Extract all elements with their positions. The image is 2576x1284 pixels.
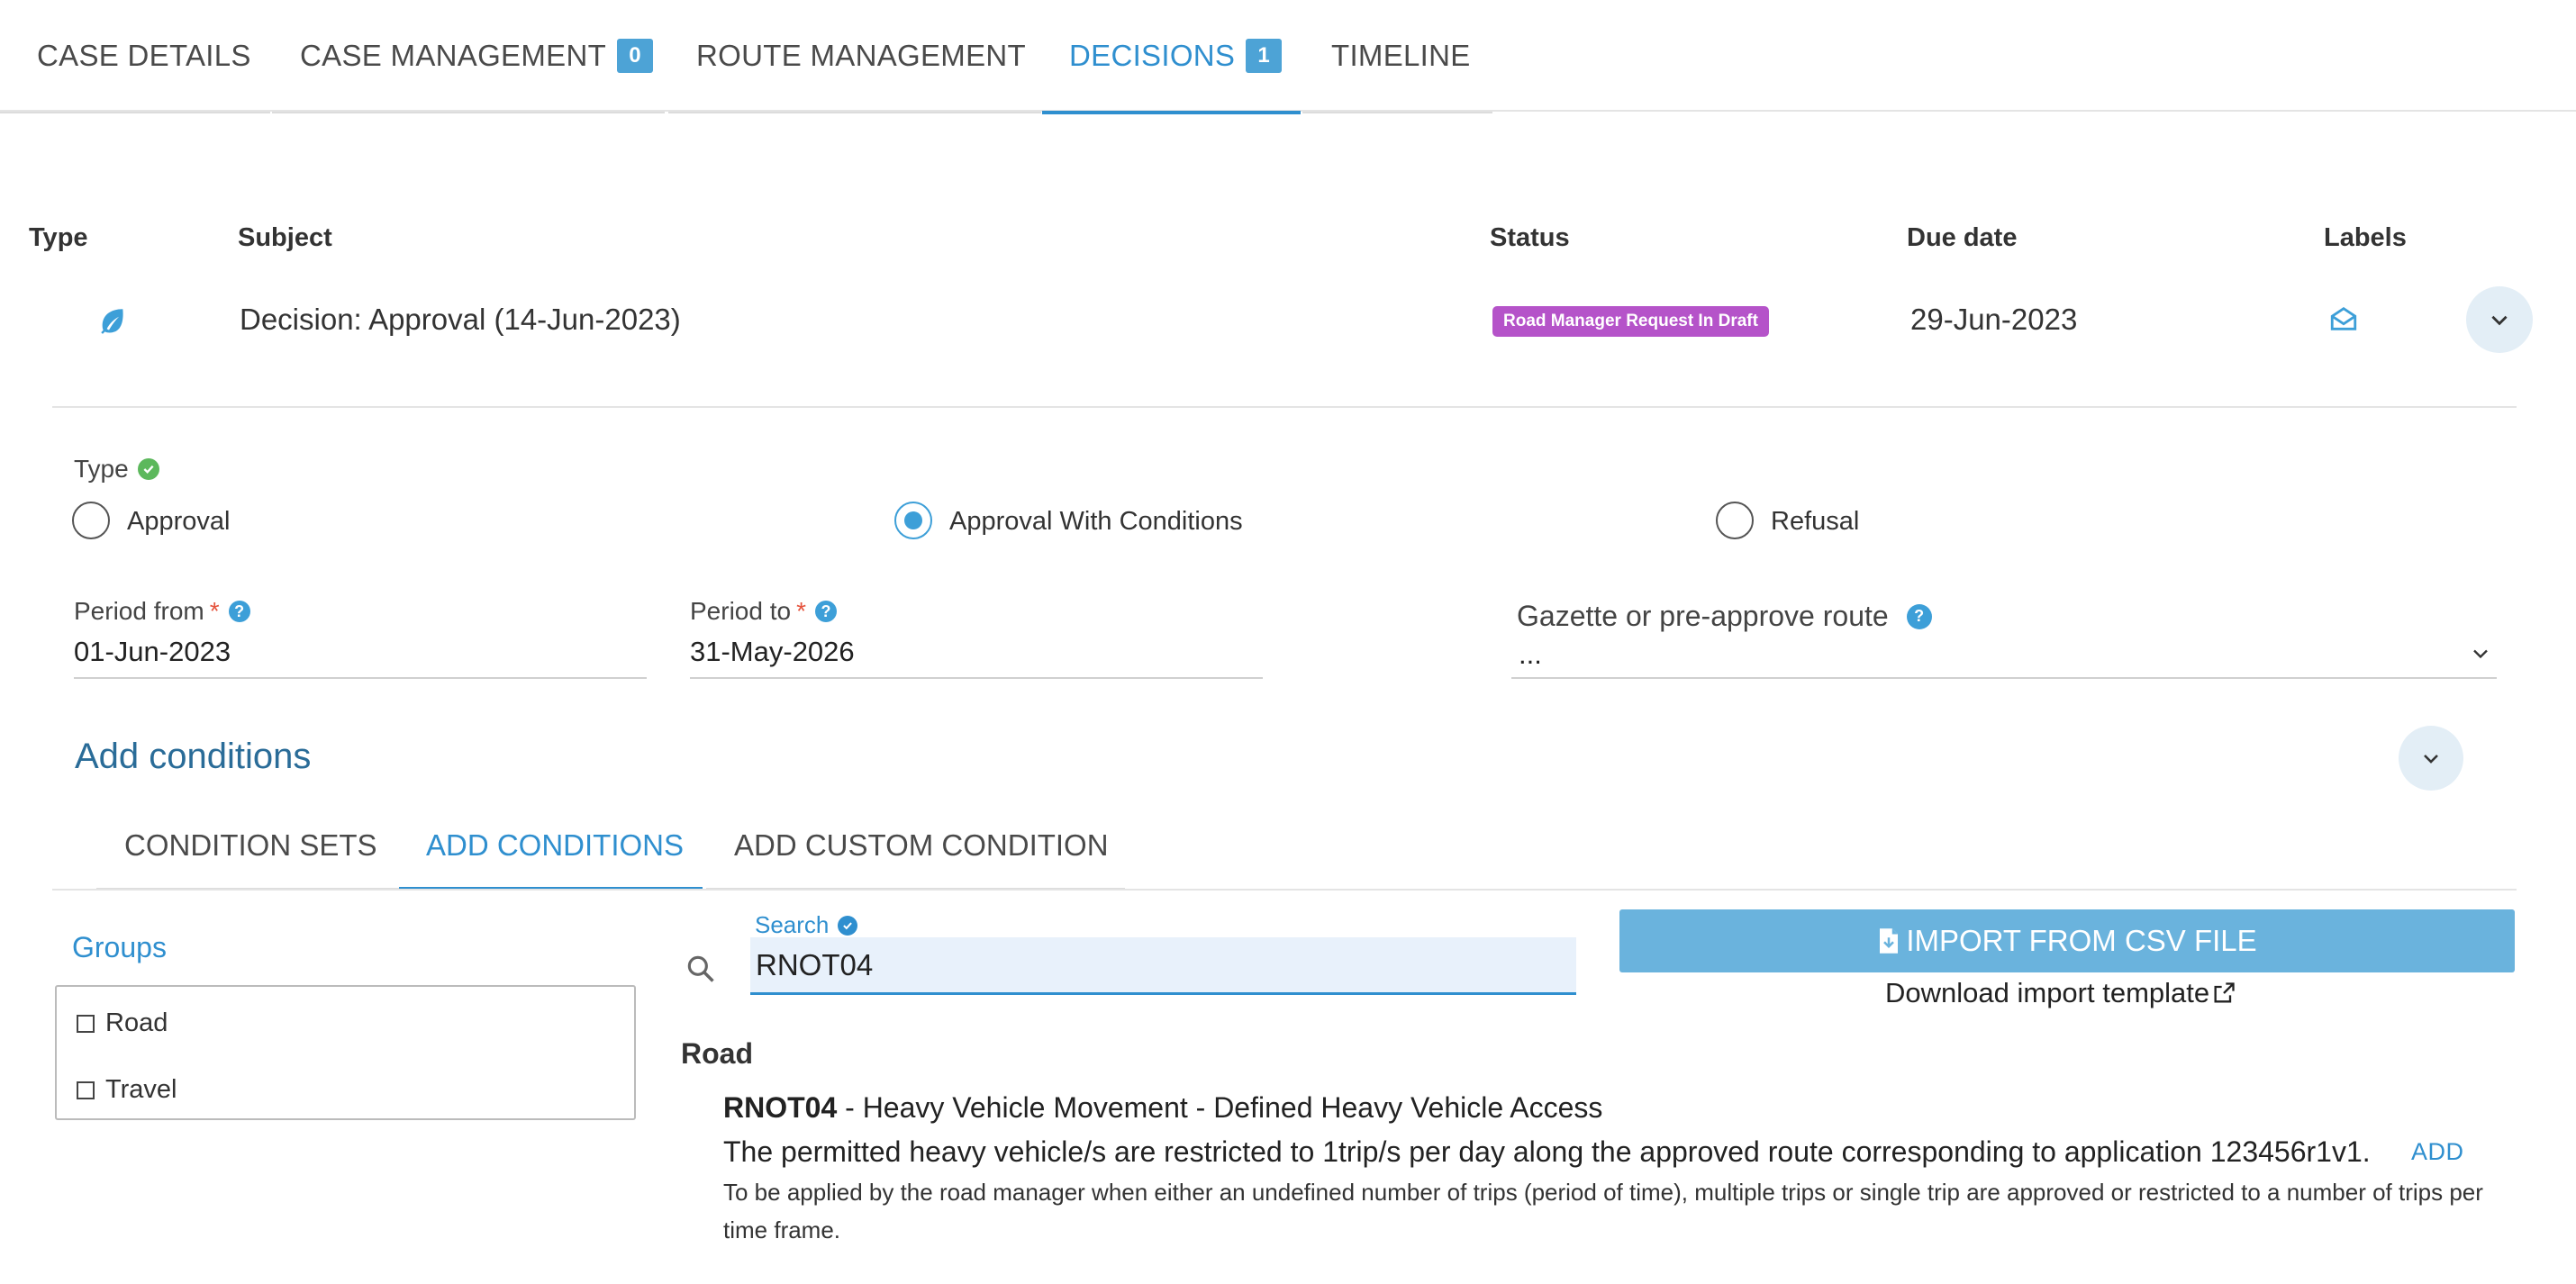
tab-condition-sets[interactable]: CONDITION SETS xyxy=(96,801,399,890)
add-condition-button[interactable]: ADD xyxy=(2411,1138,2464,1166)
decision-subject[interactable]: Decision: Approval (14-Jun-2023) xyxy=(240,303,681,337)
radio-refusal[interactable] xyxy=(1716,502,1754,539)
radio-approval-with-conditions[interactable] xyxy=(894,502,932,539)
gazette-select[interactable]: ... xyxy=(1519,638,1542,671)
condition-title: RNOT04 - Heavy Vehicle Movement - Define… xyxy=(723,1091,1603,1124)
chevron-down-icon xyxy=(2491,315,2508,326)
check-circle-icon xyxy=(137,458,159,480)
help-icon[interactable]: ? xyxy=(814,601,837,622)
header-type: Type xyxy=(29,223,88,252)
group-checkbox-road[interactable]: Road xyxy=(77,1008,168,1038)
condition-code: RNOT04 xyxy=(723,1091,838,1124)
header-labels: Labels xyxy=(2324,223,2407,252)
due-date: 29-Jun-2023 xyxy=(1910,303,2078,336)
file-icon xyxy=(1880,928,1899,954)
type-label: Type xyxy=(74,455,159,484)
search-input[interactable] xyxy=(750,937,1576,995)
tab-label: DECISIONS xyxy=(1069,39,1236,72)
groups-list: Road Travel xyxy=(55,985,636,1120)
chevron-down-icon[interactable] xyxy=(2468,641,2493,666)
help-icon[interactable]: ? xyxy=(1906,603,1932,629)
result-group-heading: Road xyxy=(681,1037,753,1070)
tab-label: CASE DETAILS xyxy=(37,39,251,72)
expand-row-button[interactable] xyxy=(2466,286,2533,353)
radio-label-approval-with-conditions: Approval With Conditions xyxy=(949,507,1243,536)
tab-add-custom-condition[interactable]: ADD CUSTOM CONDITION xyxy=(706,801,1125,890)
import-csv-button[interactable]: IMPORT FROM CSV FILE xyxy=(1619,909,2515,972)
gazette-label: Gazette or pre-approve route? xyxy=(1517,600,1932,633)
checkbox[interactable] xyxy=(77,1081,95,1099)
download-template-link[interactable]: Download import template xyxy=(1885,977,2236,1009)
top-tab-bar: CASE DETAILS CASE MANAGEMENT 0 ROUTE MAN… xyxy=(0,0,2576,114)
count-badge: 1 xyxy=(1246,39,1283,73)
search-label: Search xyxy=(755,911,858,939)
chevron-down-icon xyxy=(2424,755,2438,764)
tab-timeline[interactable]: TIMELINE xyxy=(1302,0,1492,113)
leaf-icon xyxy=(97,305,128,336)
radio-approval[interactable] xyxy=(72,502,110,539)
tab-route-management[interactable]: ROUTE MANAGEMENT xyxy=(668,0,1041,113)
search-icon xyxy=(684,952,718,986)
groups-label: Groups xyxy=(72,931,167,963)
row-divider xyxy=(52,406,2517,408)
status-badge: Road Manager Request In Draft xyxy=(1492,306,1769,337)
group-checkbox-travel[interactable]: Travel xyxy=(77,1075,177,1105)
header-subject: Subject xyxy=(238,223,332,252)
check-circle-icon xyxy=(838,915,858,936)
tab-case-details[interactable]: CASE DETAILS xyxy=(0,0,270,113)
checkbox[interactable] xyxy=(77,1014,95,1033)
header-status: Status xyxy=(1490,223,1570,252)
radio-label-approval: Approval xyxy=(127,507,231,536)
tab-label: ROUTE MANAGEMENT xyxy=(696,39,1026,72)
header-due-date: Due date xyxy=(1907,223,2018,252)
tab-case-management[interactable]: CASE MANAGEMENT 0 xyxy=(272,0,665,113)
condition-text: The permitted heavy vehicle/s are restri… xyxy=(723,1135,2371,1168)
envelope-open-icon[interactable] xyxy=(2328,303,2359,334)
period-from-input[interactable]: 01-Jun-2023 xyxy=(74,636,231,668)
external-link-icon xyxy=(2214,982,2235,1003)
tab-label: CASE MANAGEMENT xyxy=(300,39,607,72)
tab-decisions[interactable]: DECISIONS 1 xyxy=(1042,0,1301,114)
add-conditions-title: Add conditions xyxy=(75,737,312,776)
count-badge: 0 xyxy=(617,39,654,73)
tab-label: TIMELINE xyxy=(1331,39,1471,72)
period-to-input[interactable]: 31-May-2026 xyxy=(690,636,855,668)
period-from-label: Period from *? xyxy=(74,597,250,626)
collapse-conditions-button[interactable] xyxy=(2399,726,2463,791)
condition-note: To be applied by the road manager when e… xyxy=(723,1179,2483,1243)
help-icon[interactable]: ? xyxy=(228,601,250,622)
tab-add-conditions[interactable]: ADD CONDITIONS xyxy=(399,801,703,891)
period-to-label: Period to *? xyxy=(690,597,837,626)
radio-label-refusal: Refusal xyxy=(1771,507,1860,536)
